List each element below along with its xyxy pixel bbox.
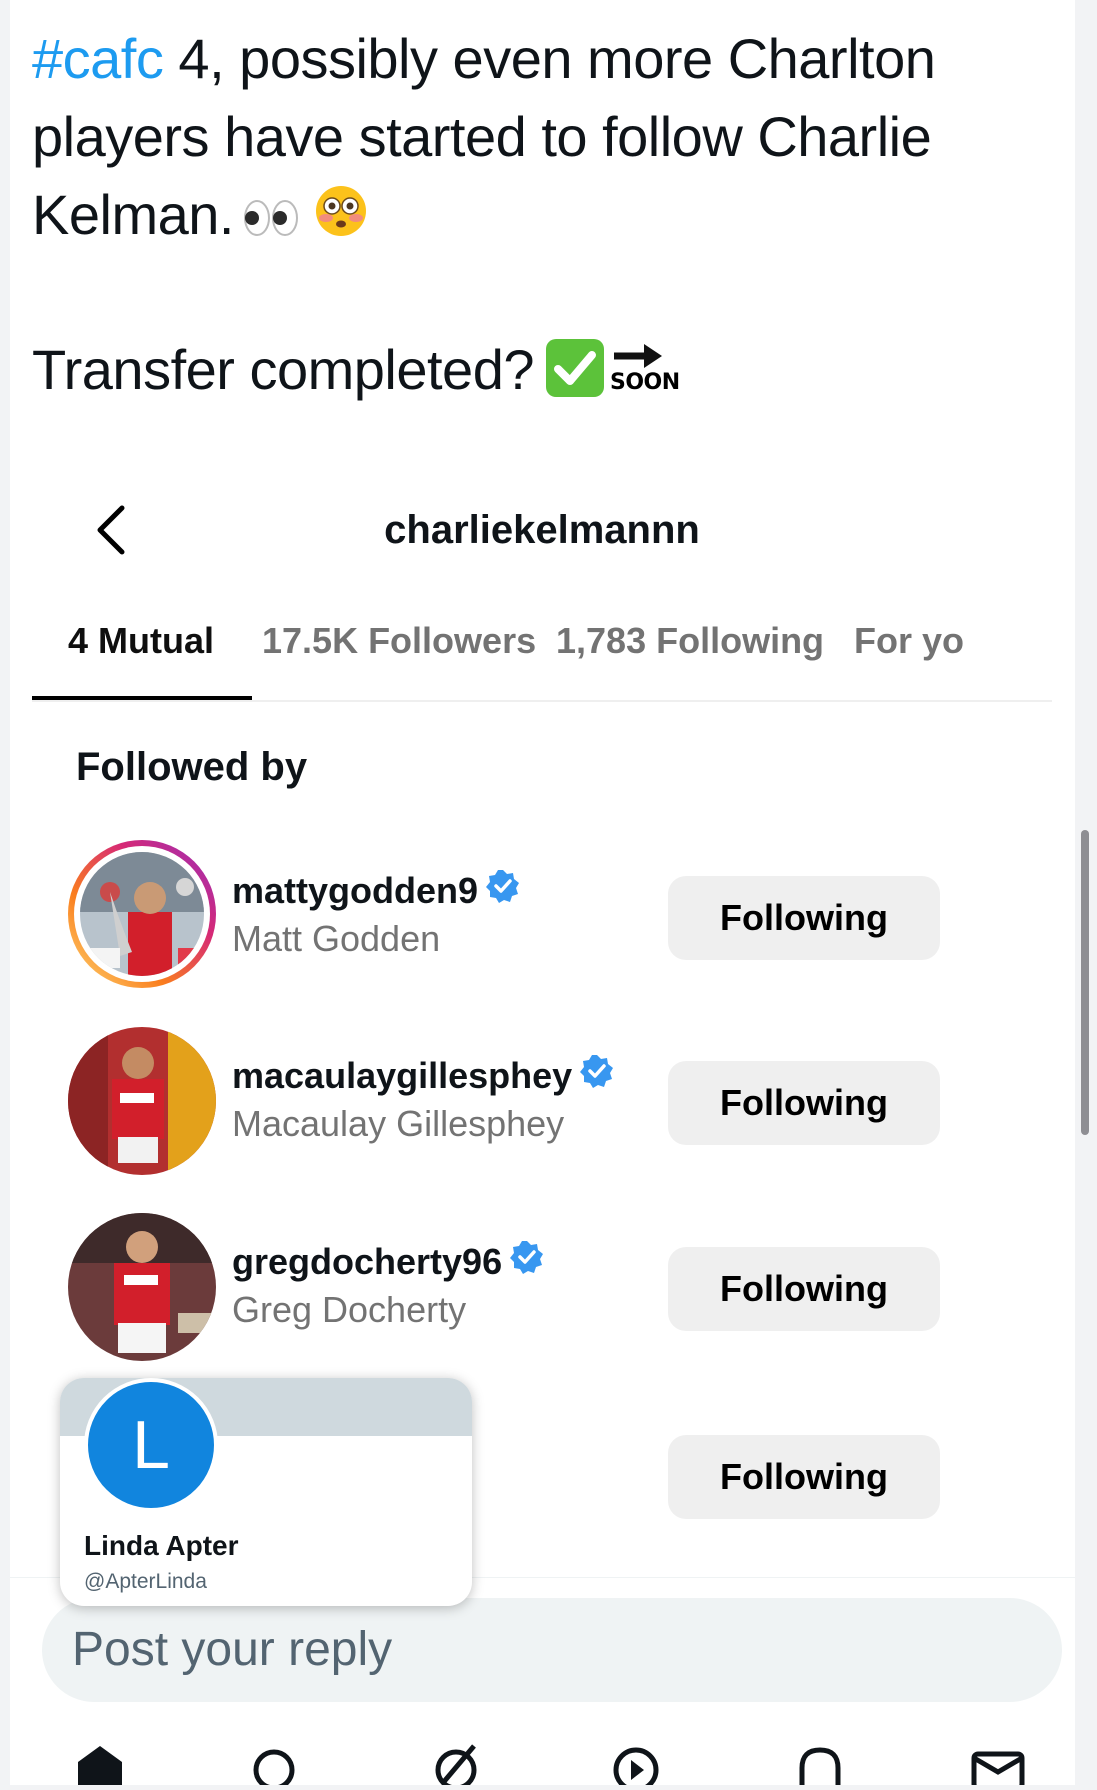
video-icon[interactable] (606, 1740, 666, 1790)
tweet-body: #cafc 4, possibly even more Charlton pla… (32, 20, 1052, 258)
user-row[interactable]: mattygodden9 Matt Godden Following (32, 840, 1052, 1010)
soon-label: SOON (610, 370, 680, 396)
search-icon[interactable] (246, 1740, 306, 1790)
flushed-face-emoji-icon (314, 180, 368, 258)
profile-username-title: charliekelmannn (384, 508, 700, 552)
avatar-macaulay-gillesphey[interactable] (68, 1027, 216, 1175)
profile-hover-card[interactable]: L Linda Apter @ApterLinda (60, 1378, 472, 1606)
username-text: mattygodden9 (232, 870, 479, 911)
notifications-icon[interactable] (790, 1740, 850, 1785)
eyes-emoji-icon (242, 180, 300, 258)
tab-mutual[interactable]: 4 Mutual (68, 620, 214, 662)
full-name: Macaulay Gillesphey (232, 1103, 565, 1144)
reply-input[interactable]: Post your reply (42, 1598, 1062, 1702)
messages-icon[interactable] (968, 1740, 1028, 1790)
hover-card-handle[interactable]: @ApterLinda (84, 1570, 207, 1594)
tab-followers[interactable]: 17.5K Followers (262, 620, 536, 662)
grok-icon[interactable] (428, 1740, 488, 1790)
scrollbar[interactable] (1081, 830, 1089, 1135)
relationship-tabs: 4 Mutual 17.5K Followers 1,783 Following… (32, 620, 1052, 702)
hashtag-link[interactable]: #cafc (32, 27, 164, 90)
username[interactable]: gregdocherty96 (232, 1240, 544, 1286)
tab-following[interactable]: 1,783 Following (556, 620, 824, 662)
tweet-text: 4, possibly even more Charlton players h… (32, 27, 936, 246)
full-name: Greg Docherty (232, 1289, 467, 1330)
following-button[interactable]: Following (668, 1061, 940, 1145)
check-mark-button-emoji-icon (546, 339, 604, 398)
tweet-question: Transfer completed? (32, 338, 535, 401)
username-text: gregdocherty96 (232, 1241, 503, 1282)
followed-by-heading: Followed by (76, 745, 308, 789)
tab-for-you[interactable]: For yo (854, 620, 974, 662)
soon-arrow-emoji-icon: SOON (610, 342, 680, 394)
user-row[interactable]: macaulaygillespheу Macaulay Gillesphey F… (32, 1025, 1052, 1195)
following-button[interactable]: Following (668, 1435, 940, 1519)
tweet-line-2: Transfer completed? SOON (32, 335, 680, 405)
active-tab-indicator (32, 696, 252, 700)
following-button[interactable]: Following (668, 1247, 940, 1331)
username[interactable]: mattygodden9 (232, 869, 520, 915)
verified-badge-icon (510, 1240, 544, 1283)
home-icon[interactable] (70, 1740, 130, 1785)
avatar-greg-docherty[interactable] (68, 1213, 216, 1361)
hover-card-name[interactable]: Linda Apter (84, 1530, 239, 1562)
username[interactable]: macaulaygillespheу (232, 1054, 614, 1100)
avatar-matt-godden[interactable] (68, 840, 216, 988)
user-row[interactable]: gregdocherty96 Greg Docherty Following (32, 1211, 1052, 1381)
verified-badge-icon (580, 1054, 614, 1097)
hover-card-avatar[interactable]: L (84, 1378, 218, 1512)
bottom-navigation (10, 1740, 1075, 1790)
full-name: Matt Godden (232, 918, 441, 959)
following-button[interactable]: Following (668, 876, 940, 960)
username-text: macaulaygillespheу (232, 1055, 573, 1096)
verified-badge-icon (486, 869, 520, 912)
